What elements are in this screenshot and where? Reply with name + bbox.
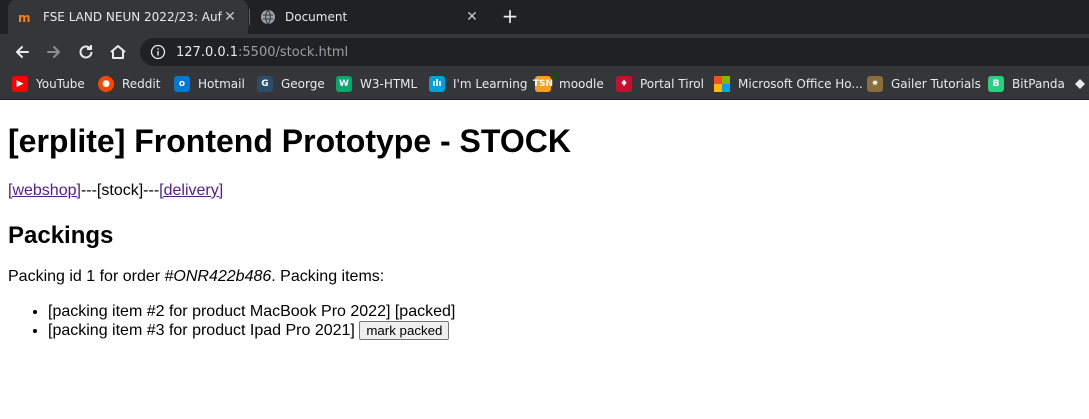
bookmark-item[interactable]: ılı I'm Learning bbox=[429, 70, 527, 98]
moodle-icon: m bbox=[18, 9, 34, 25]
packing-items-list: [packing item #2 for product MacBook Pro… bbox=[48, 302, 455, 340]
bookmark-item[interactable]: TSN moodle bbox=[533, 70, 604, 98]
bookmark-label: I'm Learning bbox=[453, 77, 528, 91]
back-arrow-icon bbox=[16, 46, 29, 58]
nav-separator: --- bbox=[80, 182, 97, 199]
page-title: [erplite] Frontend Prototype - STOCK bbox=[8, 123, 571, 159]
reddit-icon: ● bbox=[98, 76, 114, 92]
bookmark-item[interactable]: ● Reddit bbox=[98, 70, 160, 98]
moodle-icon: TSN bbox=[533, 76, 553, 92]
forward-arrow-icon bbox=[47, 46, 60, 58]
url-host: 127.0.0.1 bbox=[176, 44, 239, 60]
tab-title: Document bbox=[285, 10, 348, 24]
back-button[interactable] bbox=[8, 38, 36, 66]
section-title: Packings bbox=[8, 222, 114, 249]
url-path: :5500/stock.html bbox=[238, 44, 349, 60]
nav-separator: --- bbox=[143, 182, 160, 199]
bitpanda-icon: B bbox=[988, 76, 1004, 92]
close-tab-icon[interactable]: ✕ bbox=[222, 9, 238, 25]
microsoft-icon bbox=[714, 76, 730, 92]
bookmark-item[interactable]: G George bbox=[257, 70, 325, 98]
packing-intro: Packing id 1 for order #ONR422b486. Pack… bbox=[8, 268, 384, 286]
portal-tirol-icon: ♦ bbox=[616, 76, 632, 92]
reload-button[interactable] bbox=[72, 38, 100, 66]
bookmark-label: W3-HTML bbox=[360, 77, 418, 91]
url-text: 127.0.0.1:5500/stock.html bbox=[176, 45, 348, 60]
bookmark-item[interactable]: W W3-HTML bbox=[336, 70, 417, 98]
mark-packed-button[interactable]: mark packed bbox=[359, 321, 450, 340]
close-tab-icon[interactable]: ✕ bbox=[464, 9, 480, 25]
bookmark-label: Portal Tirol bbox=[640, 77, 704, 91]
bookmark-item[interactable]: Microsoft Office Ho... bbox=[714, 70, 863, 98]
tab-title: FSE LAND NEUN 2022/23: Aufgal bbox=[43, 10, 222, 24]
address-bar[interactable]: 127.0.0.1:5500/stock.html bbox=[140, 38, 1089, 66]
new-tab-button[interactable]: + bbox=[498, 5, 522, 29]
home-icon bbox=[110, 45, 126, 59]
gailer-icon: ✷ bbox=[867, 76, 883, 92]
tab-moodle[interactable]: m FSE LAND NEUN 2022/23: Aufgal ✕ bbox=[8, 0, 248, 34]
packing-item: [packing item #2 for product MacBook Pro… bbox=[48, 302, 455, 321]
bookmark-item[interactable]: B BitPanda bbox=[988, 70, 1065, 98]
stock-current: [stock] bbox=[96, 182, 144, 199]
bookmark-item[interactable]: ♦ Portal Tirol bbox=[616, 70, 704, 98]
w3schools-icon: W bbox=[336, 76, 352, 92]
bookmark-item[interactable]: o Hotmail bbox=[174, 70, 245, 98]
bookmark-item[interactable]: ▶ YouTube bbox=[12, 70, 85, 98]
home-button[interactable] bbox=[104, 38, 132, 66]
bookmark-label: Reddit bbox=[122, 77, 161, 91]
packing-item-text: [packing item #3 for product Ipad Pro 20… bbox=[48, 322, 355, 339]
intro-prefix: Packing id 1 for order bbox=[8, 268, 165, 285]
hotmail-icon: o bbox=[174, 76, 190, 92]
bookmark-label: Microsoft Office Ho... bbox=[738, 77, 863, 91]
bookmark-label: BitPanda bbox=[1012, 77, 1065, 91]
reload-icon bbox=[79, 45, 93, 59]
svg-text:m: m bbox=[18, 11, 31, 25]
info-icon[interactable] bbox=[150, 44, 166, 60]
bookmark-label: George bbox=[281, 77, 325, 91]
delivery-link[interactable]: [delivery] bbox=[159, 182, 223, 199]
browser-toolbar: 127.0.0.1:5500/stock.html bbox=[0, 34, 1089, 70]
bookmark-label: YouTube bbox=[36, 77, 85, 91]
bookmark-label: moodle bbox=[559, 77, 604, 91]
packing-item-text: [packing item #2 for product MacBook Pro… bbox=[48, 303, 456, 320]
youtube-icon: ▶ bbox=[12, 76, 28, 92]
order-id: #ONR422b486 bbox=[164, 268, 272, 285]
page-nav: [webshop]---[stock]---[delivery] bbox=[8, 182, 223, 200]
tab-document[interactable]: Document ✕ bbox=[250, 0, 490, 34]
bookmarks-overflow-icon[interactable] bbox=[1074, 70, 1086, 98]
bookmark-item[interactable]: ✷ Gailer Tutorials bbox=[867, 70, 981, 98]
cisco-icon: ılı bbox=[429, 76, 445, 92]
packing-item: [packing item #3 for product Ipad Pro 20… bbox=[48, 321, 455, 340]
bookmark-label: Gailer Tutorials bbox=[891, 77, 981, 91]
bookmark-label: Hotmail bbox=[198, 77, 245, 91]
globe-icon bbox=[260, 9, 276, 25]
bookmarks-bar: ▶ YouTube ● Reddit o Hotmail G George W W3-HTML ıl… bbox=[0, 70, 1089, 100]
george-icon: G bbox=[257, 76, 273, 92]
intro-suffix: . Packing items: bbox=[271, 268, 385, 285]
forward-button[interactable] bbox=[40, 38, 68, 66]
webshop-link[interactable]: [webshop] bbox=[8, 182, 81, 199]
page-content: [erplite] Frontend Prototype - STOCK [we… bbox=[0, 101, 1089, 419]
tab-strip: m FSE LAND NEUN 2022/23: Aufgal ✕ Docume… bbox=[0, 0, 1089, 34]
